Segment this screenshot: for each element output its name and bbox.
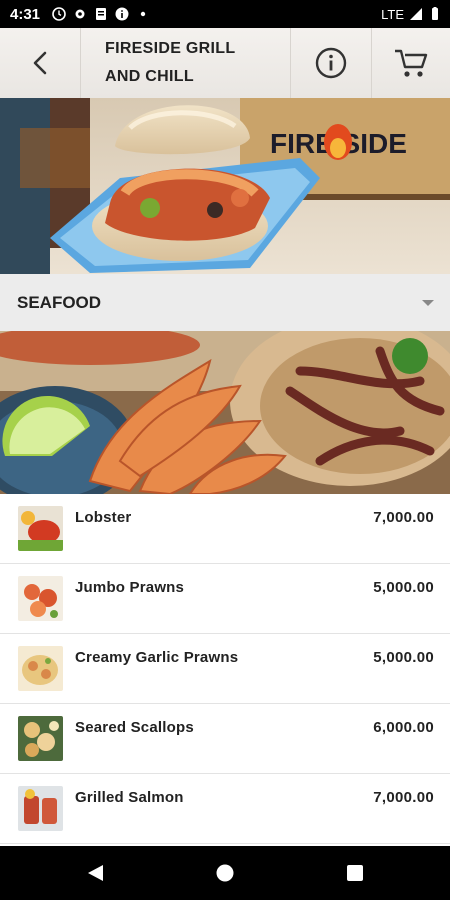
menu-item-creamy-garlic-prawns[interactable]: Creamy Garlic Prawns 5,000.00 (0, 634, 450, 704)
item-price: 7,000.00 (373, 509, 434, 526)
nav-recents-button[interactable] (347, 865, 363, 881)
scallops-thumbnail (18, 716, 63, 761)
category-banner-image (0, 331, 450, 494)
item-price: 7,000.00 (373, 789, 434, 806)
back-button[interactable] (0, 28, 81, 98)
nav-home-icon (216, 864, 234, 882)
menu-item-grilled-salmon[interactable]: Grilled Salmon 7,000.00 (0, 774, 450, 844)
item-price: 6,000.00 (373, 719, 434, 736)
nav-home-button[interactable] (216, 864, 234, 882)
hero-image: FIRE SIDE (0, 98, 450, 274)
restaurant-title: FIRESIDE GRILL AND CHILL (81, 28, 291, 98)
status-notification-icons (52, 7, 150, 21)
item-name: Grilled Salmon (75, 789, 184, 806)
menu-list: Lobster 7,000.00 Jumbo Prawns 5,000.00 C… (0, 494, 450, 844)
nav-back-button[interactable] (88, 865, 103, 881)
dot-icon (140, 11, 146, 17)
info-button[interactable] (291, 28, 372, 98)
system-navigation-bar (0, 846, 450, 900)
item-name: Lobster (75, 509, 132, 526)
cart-button[interactable] (372, 28, 450, 98)
salmon-thumbnail (18, 786, 63, 831)
chevron-down-icon (422, 299, 434, 306)
item-name: Creamy Garlic Prawns (75, 649, 239, 666)
info-icon (315, 47, 347, 79)
battery-icon (432, 7, 438, 20)
signal-icon (410, 8, 422, 20)
menu-item-lobster[interactable]: Lobster 7,000.00 (0, 494, 450, 564)
status-time: 4:31 (10, 5, 41, 23)
title-line-1: FIRESIDE GRILL (105, 40, 236, 57)
item-price: 5,000.00 (373, 649, 434, 666)
item-price: 5,000.00 (373, 579, 434, 596)
document-icon (96, 8, 107, 20)
menu-item-jumbo-prawns[interactable]: Jumbo Prawns 5,000.00 (0, 564, 450, 634)
info-status-icon (115, 7, 129, 21)
nav-back-icon (88, 865, 103, 881)
title-line-2: AND CHILL (105, 68, 194, 85)
status-right: LTE (381, 7, 442, 22)
menu-item-seared-scallops[interactable]: Seared Scallops 6,000.00 (0, 704, 450, 774)
lobster-thumbnail (18, 506, 63, 551)
category-label: SEAFOOD (17, 292, 102, 312)
cart-icon (395, 49, 428, 77)
prawns-thumbnail (18, 576, 63, 621)
garlic-prawns-thumbnail (18, 646, 63, 691)
alarm-icon (52, 7, 66, 21)
category-dropdown[interactable]: SEAFOOD (0, 274, 450, 331)
burger-photo: FIRE SIDE (0, 98, 450, 274)
status-bar: 4:31 LTE (0, 0, 450, 28)
nav-recents-icon (347, 865, 363, 881)
item-name: Seared Scallops (75, 719, 194, 736)
network-label: LTE (381, 6, 404, 22)
item-name: Jumbo Prawns (75, 579, 185, 596)
back-icon (33, 51, 47, 75)
settings-icon (75, 9, 85, 19)
app-header: FIRESIDE GRILL AND CHILL (0, 28, 450, 98)
seafood-photo (0, 331, 450, 494)
